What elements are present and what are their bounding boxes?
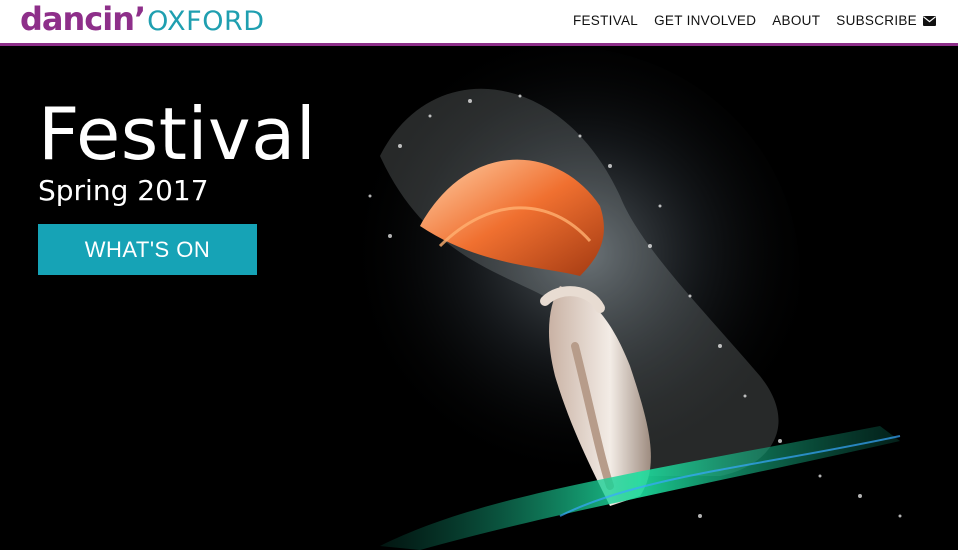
nav-item-about[interactable]: ABOUT [772, 13, 820, 28]
main-nav: FESTIVAL GET INVOLVED ABOUT SUBSCRIBE [573, 13, 936, 28]
nav-item-label: GET INVOLVED [654, 13, 757, 28]
hero-title: Festival [38, 92, 317, 176]
site-header: dancin’ OXFORD FESTIVAL GET INVOLVED ABO… [0, 0, 958, 46]
nav-item-subscribe[interactable]: SUBSCRIBE [836, 13, 936, 28]
envelope-icon [923, 15, 936, 26]
hero-subtitle: Spring 2017 [38, 174, 209, 207]
nav-item-label: ABOUT [772, 13, 821, 28]
nav-item-get-involved[interactable]: GET INVOLVED [654, 13, 756, 28]
whats-on-button[interactable]: WHAT'S ON [38, 224, 257, 275]
site-logo[interactable]: dancin’ OXFORD [20, 1, 265, 41]
nav-item-label: FESTIVAL [572, 13, 639, 28]
logo-dancin-text: dancin’ [20, 0, 146, 38]
logo-oxford-text: OXFORD [147, 6, 265, 37]
nav-item-label: SUBSCRIBE [836, 13, 917, 28]
nav-item-festival[interactable]: FESTIVAL [573, 13, 638, 28]
hero-banner: Festival Spring 2017 WHAT'S ON [0, 46, 958, 550]
